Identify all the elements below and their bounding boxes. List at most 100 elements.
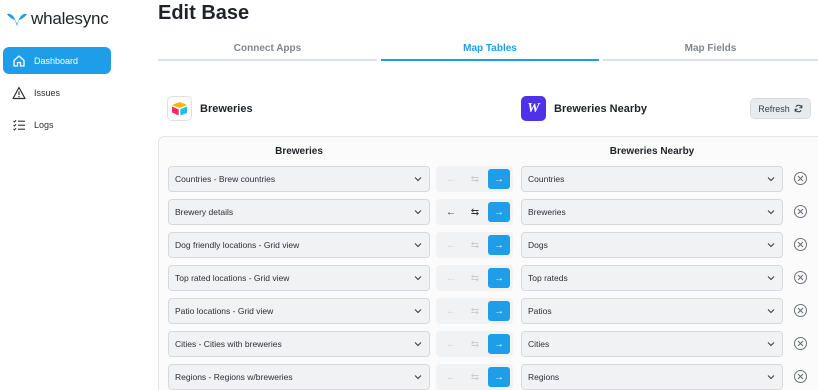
sidebar-item-issues[interactable]: Issues [3,79,111,106]
left-column-header: Breweries [275,146,323,157]
sync-direction-control: ← ⇆ → [436,265,513,291]
source-table-value: Top rated locations - Grid view [175,273,290,283]
mapping-row: Top rated locations - Grid view ← ⇆ → Top ra… [158,265,818,291]
close-icon [797,175,804,182]
tab-map-fields[interactable]: Map Fields [603,40,818,61]
chevron-down-icon [414,309,422,314]
source-table-value: Regions - Regions w/breweries [175,372,293,382]
remove-mapping-button[interactable] [794,271,807,284]
sync-right-arrow-icon[interactable]: → [488,202,510,222]
close-icon [797,373,804,380]
source-table-select[interactable]: Cities - Cities with breweries [168,331,430,357]
swap-direction-icon[interactable]: ⇆ [464,268,486,288]
whale-tail-icon [7,13,27,26]
sync-right-arrow-icon[interactable]: → [488,334,510,354]
right-app-header: W Breweries Nearby [521,96,647,121]
sync-right-arrow-icon[interactable]: → [488,235,510,255]
swap-direction-icon[interactable]: ⇆ [464,169,486,189]
chevron-down-icon [414,375,422,380]
sync-right-arrow-icon[interactable]: → [488,367,510,387]
destination-table-value: Dogs [528,240,548,250]
close-icon [797,274,804,281]
airtable-logo-icon [167,96,192,121]
tab-connect-apps[interactable]: Connect Apps [158,40,377,61]
remove-mapping-button[interactable] [794,304,807,317]
main-content: Edit Base Connect Apps Map Tables Map Fi… [158,0,818,390]
source-table-select[interactable]: Regions - Regions w/breweries [168,364,430,390]
sync-left-arrow-icon[interactable]: ← [440,202,462,222]
brand-logo[interactable]: whalesync [6,9,109,29]
sync-direction-control: ← ⇆ → [436,298,513,324]
remove-mapping-button[interactable] [794,370,807,383]
destination-table-value: Countries [528,174,565,184]
left-app-name: Breweries [200,102,253,115]
swap-direction-icon[interactable]: ⇆ [464,367,486,387]
remove-mapping-button[interactable] [794,172,807,185]
sync-left-arrow-icon[interactable]: ← [440,301,462,321]
webflow-logo-icon: W [521,96,546,121]
destination-table-select[interactable]: Cities [521,331,783,357]
source-table-select[interactable]: Top rated locations - Grid view [168,265,430,291]
right-column-header: Breweries Nearby [609,146,695,157]
swap-direction-icon[interactable]: ⇆ [464,235,486,255]
sync-left-arrow-icon[interactable]: ← [440,169,462,189]
source-table-select[interactable]: Countries - Brew countries [168,166,430,192]
source-table-select[interactable]: Dog friendly locations - Grid view [168,232,430,258]
close-icon [797,208,804,215]
step-tabs: Connect Apps Map Tables Map Fields [158,40,818,61]
destination-table-select[interactable]: Dogs [521,232,783,258]
close-icon [797,307,804,314]
sync-left-arrow-icon[interactable]: ← [440,334,462,354]
close-icon [797,340,804,347]
sync-left-arrow-icon[interactable]: ← [440,268,462,288]
mapping-row: Regions - Regions w/breweries ← ⇆ → Regions [158,364,818,390]
destination-table-value: Patios [528,306,552,316]
list-check-icon [13,119,25,131]
sync-direction-control: ← ⇆ → [436,364,513,390]
chevron-down-icon [767,342,775,347]
mapping-row: Dog friendly locations - Grid view ← ⇆ → Dog… [158,232,818,258]
chevron-down-icon [767,210,775,215]
sidebar-item-label: Issues [34,87,61,98]
sidebar-item-label: Logs [34,119,54,130]
sync-right-arrow-icon[interactable]: → [488,301,510,321]
sidebar-item-logs[interactable]: Logs [3,111,111,138]
warning-icon [12,86,26,99]
sidebar-item-label: Dashboard [34,55,79,66]
remove-mapping-button[interactable] [794,238,807,251]
refresh-button[interactable]: Refresh [750,98,811,119]
destination-table-select[interactable]: Regions [521,364,783,390]
chevron-down-icon [767,309,775,314]
sync-direction-control: ← ⇆ → [436,331,513,357]
chevron-down-icon [767,375,775,380]
sync-left-arrow-icon[interactable]: ← [440,235,462,255]
destination-table-select[interactable]: Countries [521,166,783,192]
sidebar: whalesync Dashboard Issues Logs [0,0,118,390]
tab-map-tables[interactable]: Map Tables [381,40,599,61]
source-table-select[interactable]: Patio locations - Grid view [168,298,430,324]
right-app-name: Breweries Nearby [554,102,647,115]
sidebar-item-dashboard[interactable]: Dashboard [3,47,111,74]
destination-table-select[interactable]: Breweries [521,199,783,225]
sync-left-arrow-icon[interactable]: ← [440,367,462,387]
sync-right-arrow-icon[interactable]: → [488,268,510,288]
mapping-row: Countries - Brew countries ← ⇆ → Countries [158,166,818,192]
chevron-down-icon [767,276,775,281]
chevron-down-icon [414,342,422,347]
destination-table-select[interactable]: Top rateds [521,265,783,291]
swap-direction-icon[interactable]: ⇆ [464,334,486,354]
chevron-down-icon [414,243,422,248]
close-icon [797,241,804,248]
source-table-select[interactable]: Brewery details [168,199,430,225]
remove-mapping-button[interactable] [794,205,807,218]
chevron-down-icon [414,210,422,215]
swap-direction-icon[interactable]: ⇆ [464,301,486,321]
refresh-label: Refresh [758,103,790,114]
mapping-row: Patio locations - Grid view ← ⇆ → Patios [158,298,818,324]
sync-right-arrow-icon[interactable]: → [488,169,510,189]
destination-table-select[interactable]: Patios [521,298,783,324]
source-table-value: Countries - Brew countries [175,174,276,184]
swap-direction-icon[interactable]: ⇆ [464,202,486,222]
remove-mapping-button[interactable] [794,337,807,350]
sync-direction-control: ← ⇆ → [436,232,513,258]
